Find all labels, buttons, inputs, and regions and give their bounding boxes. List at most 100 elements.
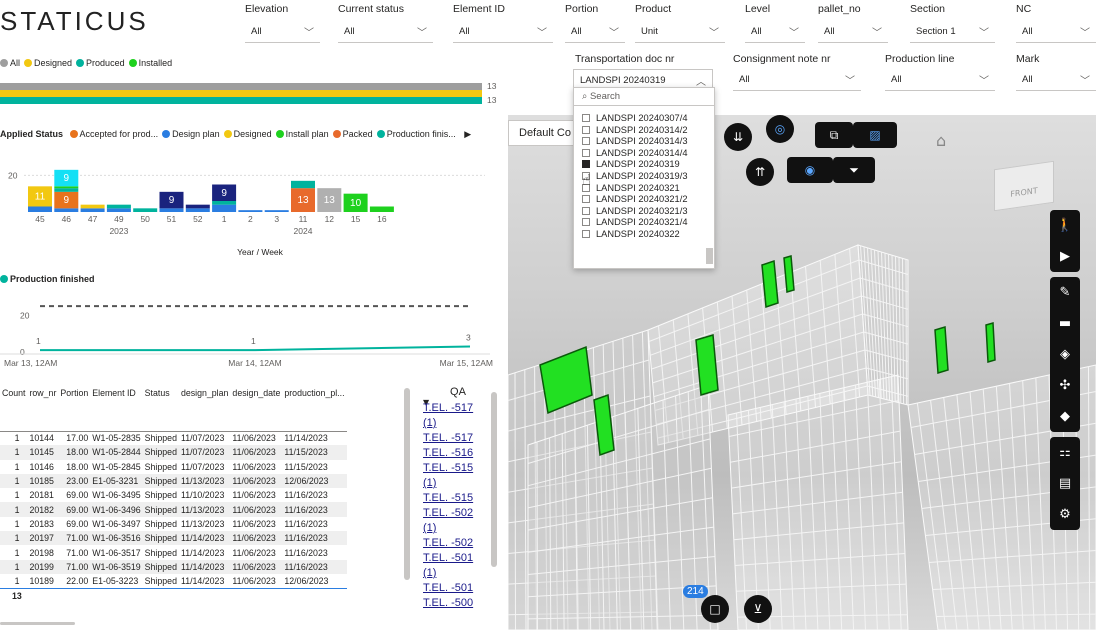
table-vertical-scrollbar[interactable] xyxy=(404,388,410,580)
bar-segment[interactable] xyxy=(185,204,210,209)
table-row[interactable]: 1 20198 71.00 W1-06-3517 Shipped 11/14/2023 11… xyxy=(0,545,347,559)
status-bar-designed[interactable] xyxy=(0,90,482,97)
qa-link[interactable]: (1) xyxy=(423,521,493,536)
bar-segment[interactable] xyxy=(54,188,79,192)
selection-box-icon[interactable]: □ xyxy=(701,595,729,623)
qa-link[interactable]: (1) xyxy=(423,566,493,581)
dropdown-item[interactable]: LANDSPI 20240307/4 xyxy=(574,113,714,125)
dropdown-item[interactable]: LANDSPI 20240321 xyxy=(574,183,714,195)
qa-link[interactable]: T.EL. -515 xyxy=(423,491,493,506)
status-legend-item[interactable]: Installed xyxy=(128,58,172,68)
selected-element[interactable] xyxy=(934,326,949,374)
slicer2-1[interactable]: All ﹀ xyxy=(733,69,861,91)
table-horizontal-scrollbar[interactable] xyxy=(0,622,75,625)
chart-legend-item[interactable]: Design plan xyxy=(162,129,220,139)
slicer2-2[interactable]: All ﹀ xyxy=(885,69,995,91)
chart-legend-item[interactable]: Accepted for prod... xyxy=(69,129,158,139)
column-header[interactable]: design_plan xyxy=(179,373,230,413)
checkbox[interactable] xyxy=(582,160,590,169)
column-header[interactable]: Element ID xyxy=(90,373,142,413)
dropdown-search[interactable]: ⌕ Search xyxy=(574,88,714,106)
bar-segment[interactable] xyxy=(212,204,237,212)
dropdown-item[interactable]: LANDSPI 20240319 xyxy=(574,159,714,171)
copy-view-icon[interactable]: ⧉ xyxy=(815,122,853,148)
bar-segment[interactable] xyxy=(185,208,210,212)
bar-segment[interactable] xyxy=(212,201,237,205)
chart-legend-item[interactable]: Production finis... xyxy=(376,129,456,139)
dropdown-item[interactable]: LANDSPI 20240319/3 xyxy=(574,171,714,183)
slicer-2[interactable]: All ﹀ xyxy=(453,21,553,43)
chart-legend-item[interactable]: Production finished xyxy=(0,274,95,284)
table-row[interactable]: 1 20197 71.00 W1-06-3516 Shipped 11/14/2023 11… xyxy=(0,531,347,546)
structure-icon[interactable]: ⚏ xyxy=(1059,437,1071,468)
bar-segment[interactable] xyxy=(54,186,79,189)
checkbox[interactable] xyxy=(582,114,590,122)
slicer-4[interactable]: Unit ﹀ xyxy=(635,21,725,43)
checkbox[interactable] xyxy=(582,229,590,238)
slicer2-3[interactable]: All ﹀ xyxy=(1016,69,1096,91)
chart-legend-item[interactable]: Packed xyxy=(332,129,373,139)
column-header[interactable]: row_nr xyxy=(27,373,58,413)
dropdown-item[interactable]: LANDSPI 20240314/3 xyxy=(574,136,714,148)
section-icon[interactable]: ▨ xyxy=(853,122,897,148)
series-line[interactable] xyxy=(40,345,471,352)
section-box-icon[interactable]: ▬ xyxy=(1059,308,1071,339)
layers-icon[interactable]: ◈ xyxy=(1060,339,1070,370)
bar-segment[interactable] xyxy=(369,206,394,213)
status-bar-produced[interactable] xyxy=(0,97,482,104)
qa-link[interactable]: T.EL. -502 xyxy=(423,536,493,551)
dropdown-item[interactable]: LANDSPI 20240321/2 xyxy=(574,194,714,206)
table-row[interactable]: 1 10145 18.00 W1-05-2844 Shipped 11/07/2023 11… xyxy=(0,445,347,460)
column-header[interactable]: design_date xyxy=(230,373,282,413)
walk-icon[interactable]: 🚶 xyxy=(1057,210,1073,241)
status-bar-all[interactable] xyxy=(0,83,482,90)
checkbox[interactable] xyxy=(582,137,590,146)
table-row[interactable]: 1 20182 69.00 W1-06-3496 Shipped 11/13/2023 11… xyxy=(0,502,347,517)
level-down-icon[interactable]: ⇊ xyxy=(724,123,752,151)
checkbox[interactable] xyxy=(582,206,590,215)
slicer-0[interactable]: All ﹀ xyxy=(245,21,320,43)
table-row[interactable]: 1 10189 22.00 E1-05-3223 Shipped 11/14/2023 11… xyxy=(0,574,347,588)
qa-link[interactable]: T.EL. -502 xyxy=(423,506,493,521)
target-icon[interactable]: ◎ xyxy=(766,115,794,143)
checkbox[interactable] xyxy=(582,218,590,227)
status-legend-item[interactable]: All xyxy=(0,58,20,68)
dropdown-item[interactable]: LANDSPI 20240322 xyxy=(574,229,714,241)
home-icon[interactable]: ⌂ xyxy=(936,131,946,150)
bar-segment[interactable] xyxy=(80,204,105,209)
slicer-8[interactable]: All ﹀ xyxy=(1016,21,1096,43)
clear-filter-icon[interactable]: ⊻ xyxy=(744,595,772,623)
bar-segment[interactable] xyxy=(264,210,289,212)
properties-icon[interactable]: ▤ xyxy=(1059,468,1071,499)
table-row[interactable]: 1 20183 69.00 W1-06-3497 Shipped 11/13/2023 11… xyxy=(0,517,347,531)
table-row[interactable]: 1 10185 23.00 E1-05-3231 Shipped 11/13/2023 11… xyxy=(0,473,347,489)
bar-segment[interactable] xyxy=(106,204,131,209)
table-row[interactable]: 1 10144 17.00 W1-05-2835 Shipped 11/07/2023 11… xyxy=(0,431,347,445)
bar-segment[interactable] xyxy=(54,208,79,212)
filter-icon[interactable]: ⏷ xyxy=(833,157,875,183)
qa-link[interactable]: T.EL. -517 xyxy=(423,431,493,446)
qa-link[interactable]: (1) xyxy=(423,416,493,431)
bar-segment[interactable] xyxy=(133,208,158,212)
view-cube[interactable]: FRONT xyxy=(994,160,1054,212)
chart-legend-item[interactable]: Designed xyxy=(223,129,272,139)
table-row[interactable]: 1 10146 18.00 W1-05-2845 Shipped 11/07/2023 11… xyxy=(0,460,347,474)
dropdown-scrollbar[interactable] xyxy=(706,248,713,264)
qa-link[interactable]: T.EL. -515 xyxy=(423,461,493,476)
bar-segment[interactable] xyxy=(106,208,131,212)
bar-segment[interactable] xyxy=(238,210,263,212)
level-up-icon[interactable]: ⇈ xyxy=(746,158,774,186)
status-legend-item[interactable]: Designed xyxy=(24,58,72,68)
slicer-1[interactable]: All ﹀ xyxy=(338,21,433,43)
dropdown-item[interactable]: LANDSPI 20240314/2 xyxy=(574,125,714,137)
camera-icon[interactable]: ▶ xyxy=(1060,241,1070,272)
dropdown-item[interactable]: LANDSPI 20240314/4 xyxy=(574,148,714,160)
column-header[interactable]: Portion xyxy=(58,373,90,413)
table-row[interactable]: 1 20181 69.00 W1-06-3495 Shipped 11/10/2023 11… xyxy=(0,488,347,502)
view-select[interactable]: Default Co xyxy=(508,120,576,146)
column-header[interactable]: Status xyxy=(143,373,179,413)
table-row[interactable]: 1 20199 71.00 W1-06-3519 Shipped 11/14/2023 11… xyxy=(0,559,347,574)
qa-scrollbar[interactable] xyxy=(491,392,497,567)
settings-icon[interactable]: ⚙ xyxy=(1059,499,1071,530)
checkbox[interactable] xyxy=(582,148,590,157)
